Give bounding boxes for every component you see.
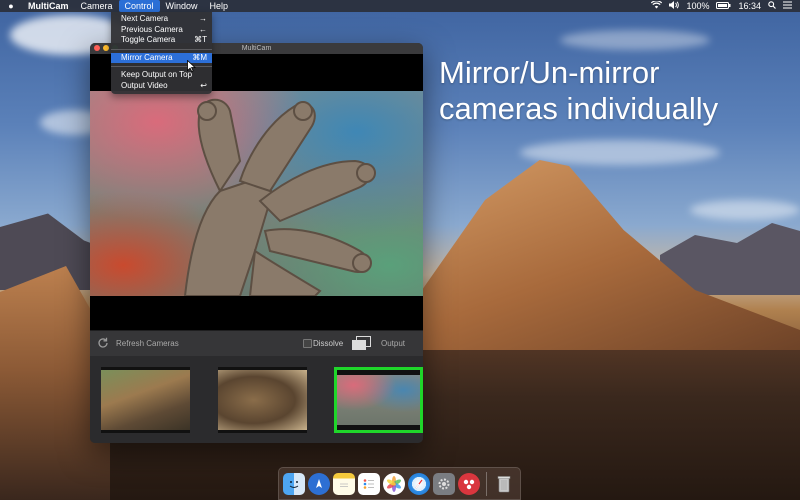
menu-item-output-video[interactable]: Output Video ↩ — [111, 81, 212, 92]
control-menu-dropdown: Next Camera → Previous Camera ← Toggle C… — [111, 12, 212, 94]
gecko-hand-image — [90, 91, 423, 297]
menu-item-shortcut: ← — [199, 24, 207, 34]
headline-line-1: Mirror/Un-mirror — [439, 55, 660, 90]
headline-line-2: cameras individually — [439, 91, 719, 126]
system-preferences-icon[interactable] — [433, 472, 455, 495]
battery-percent: 100% — [686, 1, 710, 11]
menu-item-label: Next Camera — [121, 14, 169, 23]
menu-separator — [111, 48, 212, 50]
menu-item-label: Keep Output on Top — [121, 70, 193, 79]
multicam-icon[interactable] — [458, 472, 480, 495]
volume-icon[interactable] — [669, 1, 680, 11]
menu-item-shortcut: ⌘T — [194, 35, 207, 44]
menu-window[interactable]: Window — [160, 0, 204, 12]
dissolve-label: Dissolve — [313, 339, 344, 348]
menu-item-next-camera[interactable]: Next Camera → — [111, 14, 212, 25]
menu-item-shortcut: → — [199, 14, 207, 23]
notes-icon[interactable] — [333, 472, 355, 495]
menu-app-name[interactable]: MultiCam — [22, 0, 75, 12]
camera-thumbnail-1[interactable] — [101, 367, 190, 433]
mouse-cursor-icon — [187, 59, 197, 75]
menu-item-previous-camera[interactable]: Previous Camera ← — [111, 25, 212, 36]
clock[interactable]: 16:34 — [738, 1, 761, 11]
menu-item-label: Output Video — [121, 80, 168, 90]
output-window-icon[interactable] — [352, 336, 371, 352]
refresh-icon[interactable] — [97, 337, 109, 349]
close-button[interactable] — [94, 45, 100, 51]
menu-separator — [111, 66, 212, 67]
wifi-icon[interactable] — [651, 0, 663, 11]
spotlight-icon[interactable] — [768, 1, 776, 11]
camera-thumbnail-2[interactable] — [218, 367, 307, 433]
notification-center-icon[interactable] — [783, 1, 792, 11]
refresh-cameras-button[interactable]: Refresh Cameras — [116, 339, 179, 348]
finder-icon[interactable] — [283, 472, 305, 495]
menu-control[interactable]: Control — [118, 0, 160, 12]
camera-thumbnails — [90, 356, 423, 443]
menu-help[interactable]: Help — [204, 0, 235, 12]
promo-headline: Mirror/Un-mirror cameras individually — [439, 55, 718, 127]
dock — [278, 467, 521, 500]
menu-item-label: Mirror Camera — [121, 52, 173, 62]
reminders-icon[interactable] — [358, 472, 380, 495]
menu-item-label: Previous Camera — [121, 24, 183, 34]
dissolve-checkbox[interactable] — [303, 339, 312, 348]
multicam-window: MultiCam Refresh Cameras Dissolve Output — [90, 43, 423, 443]
menu-item-shortcut: ↩ — [200, 80, 207, 90]
battery-icon[interactable] — [716, 1, 731, 11]
output-button[interactable]: Output — [381, 339, 405, 348]
safari-icon[interactable] — [408, 472, 430, 495]
apple-menu-icon[interactable]: ● — [0, 1, 22, 11]
photos-icon[interactable] — [383, 472, 405, 495]
menu-item-keep-output-on-top[interactable]: Keep Output on Top — [111, 70, 212, 81]
video-preview — [90, 54, 423, 330]
controls-bar: Refresh Cameras Dissolve Output — [90, 330, 423, 357]
window-title: MultiCam — [241, 45, 272, 52]
dock-divider — [486, 471, 487, 496]
minimize-button[interactable] — [103, 45, 109, 51]
menubar: ● MultiCam Camera Control Window Help 10… — [0, 0, 800, 12]
menu-item-label: Toggle Camera — [121, 35, 176, 44]
launchpad-icon[interactable] — [308, 472, 330, 495]
menu-camera[interactable]: Camera — [75, 0, 119, 12]
menu-item-mirror-camera[interactable]: Mirror Camera ⌘M — [111, 52, 212, 63]
trash-icon[interactable] — [493, 473, 515, 495]
camera-thumbnail-3[interactable] — [334, 367, 423, 433]
menu-item-toggle-camera[interactable]: Toggle Camera ⌘T — [111, 35, 212, 46]
